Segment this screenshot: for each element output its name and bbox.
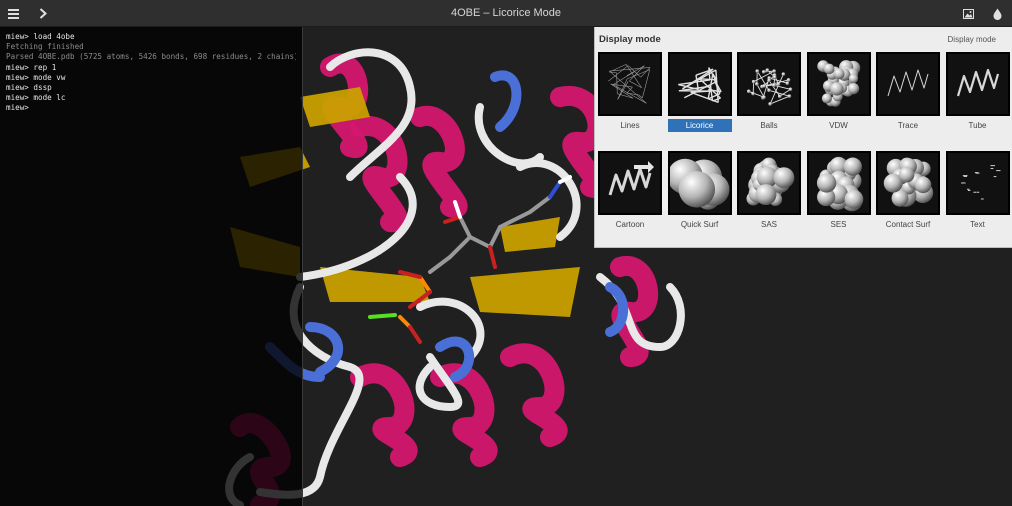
text-thumbnail [960,165,1000,200]
terminal-line: miew> dssp [6,83,52,93]
mode-thumbnail [806,151,871,215]
mode-label: VDW [829,121,848,130]
chevron-right-icon [39,8,47,19]
turn-segment [490,70,522,132]
quick-surf-thumbnail [669,158,729,210]
ligand-bond [488,225,502,249]
panel-header-label: Display mode [947,35,996,44]
ligand-bond [428,255,452,274]
mode-label: Text [970,220,985,229]
mode-label: Balls [760,121,778,130]
mode-option-sas[interactable]: SAS [737,151,801,239]
mode-option-vdw[interactable]: VDW [806,52,871,140]
contact-surf-thumbnail [883,157,934,207]
display-mode-panel: Display mode Display mode Lines Licorice B… [594,27,1012,248]
mode-thumbnail [806,52,871,116]
mode-option-contact-surf[interactable]: Contact Surf [876,151,940,239]
mode-label: Lines [620,121,640,130]
terminal-line: miew> [6,103,29,113]
mode-thumbnail [598,151,662,215]
ligand-bond [443,215,462,224]
panel-title: Display mode [599,34,661,45]
mode-option-trace[interactable]: Trace [876,52,940,140]
licorice-thumbnail [677,67,722,104]
mode-option-quick-surf[interactable]: Quick Surf [667,151,732,239]
vdw-thumbnail [816,60,860,107]
ligand-bond [528,195,552,214]
mode-label: Quick Surf [680,220,719,229]
mode-option-ses[interactable]: SES [806,151,871,239]
mode-label: Trace [897,121,919,130]
sas-thumbnail [746,157,795,206]
mode-label: SAS [760,220,777,229]
terminal-line: Parsed 4OBE.pdb (5725 atoms, 5426 bonds,… [6,52,296,62]
top-bar: 4OBE – Licorice Mode [0,0,1012,27]
trace-thumbnail [887,69,929,97]
mode-option-balls[interactable]: Balls [737,52,801,140]
terminal-line: miew> load 4obe [6,32,75,41]
mode-option-lines[interactable]: Lines [598,52,662,140]
display-mode-button[interactable] [955,0,982,27]
ligand-bond [488,245,497,269]
sheet-arrow [470,267,580,317]
terminal-line: miew> rep 1 [6,62,57,72]
terminal-line: miew> mode lc [6,93,66,103]
window-title: 4OBE – Licorice Mode [450,7,562,19]
color-mode-button[interactable] [984,0,1011,27]
mode-label: Licorice [667,119,732,132]
mode-label: Tube [968,121,987,130]
ligand-bond [448,235,472,259]
mode-option-tube[interactable]: Tube [945,52,1010,140]
ses-thumbnail [816,156,863,212]
terminal-line: miew> mode vw [6,72,66,82]
terminal-console[interactable]: miew> load 4obe Fetching finished Parsed 4… [0,27,303,506]
balls-thumbnail [747,68,793,106]
lines-thumbnail [608,64,651,104]
terminal-line: Fetching finished [6,42,84,52]
mode-option-cartoon[interactable]: Cartoon [598,151,662,239]
ligand-bond [548,180,562,199]
mode-thumbnail [667,52,732,116]
mode-thumbnail [737,151,801,215]
mode-option-licorice[interactable]: Licorice [667,52,732,140]
mode-thumbnail [945,52,1010,116]
cartoon-thumbnail [608,161,654,196]
helix-ribbon [350,363,418,467]
helix-ribbon [410,105,468,218]
mode-label: Contact Surf [885,220,931,229]
ligand-bond [398,315,412,329]
mode-label: Cartoon [615,220,645,229]
droplet-icon [993,8,1002,20]
display-mode-grid: Lines Licorice Balls VDW Trace Tube Cartoon Qui… [598,52,1010,239]
mode-option-text[interactable]: Text [945,151,1010,239]
helix-ribbon [500,343,568,447]
tube-thumbnail [956,68,999,97]
image-icon [963,8,974,19]
menu-button[interactable] [0,0,27,27]
terminal-toggle-button[interactable] [29,0,56,27]
ligand-bond [458,215,472,239]
mode-thumbnail [876,151,940,215]
mode-thumbnail [667,151,732,215]
mode-thumbnail [945,151,1010,215]
mode-label: SES [830,220,847,229]
mode-thumbnail [598,52,662,116]
mode-thumbnail [737,52,801,116]
ligand-bond [468,235,492,249]
hamburger-menu-icon [8,8,19,19]
ligand-bond [368,313,397,319]
ligand-bond [408,325,422,344]
mode-thumbnail [876,52,940,116]
